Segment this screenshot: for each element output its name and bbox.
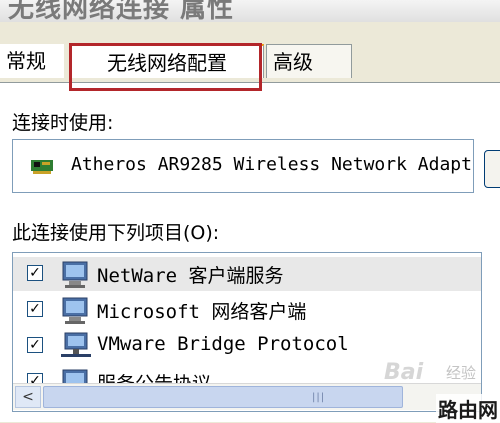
window-title: 无线网络连接 属性	[8, 0, 235, 22]
list-item[interactable]: ✓ VMware Bridge Protocol	[13, 329, 481, 363]
list-item[interactable]: ✓ Microsoft 网络客户端	[13, 293, 481, 327]
title-bar: 无线网络连接 属性	[0, 0, 500, 22]
network-client-icon	[62, 297, 88, 324]
site-logo: 路由网	[436, 394, 500, 423]
configure-button[interactable]	[484, 150, 500, 188]
protocol-icon	[61, 332, 91, 357]
scroll-left-arrow-icon[interactable]: <	[15, 386, 41, 408]
list-item[interactable]: ✓ NetWare 客户端服务	[13, 257, 481, 291]
item-label: VMware Bridge Protocol	[97, 333, 349, 355]
connect-using-label: 连接时使用:	[12, 112, 114, 134]
tab-advanced[interactable]: 高级	[266, 44, 352, 78]
items-label: 此连接使用下列项目(O):	[12, 222, 220, 244]
item-label: Microsoft 网络客户端	[97, 301, 307, 323]
tab-wireless-config[interactable]: 无线网络配置	[70, 44, 264, 78]
client-service-icon	[62, 261, 88, 288]
horizontal-scrollbar[interactable]: < |||	[13, 383, 481, 410]
item-label: NetWare 客户端服务	[97, 265, 284, 287]
watermark: Bai	[384, 360, 424, 385]
tab-general[interactable]: 常规	[0, 44, 64, 78]
network-card-icon	[31, 160, 53, 174]
watermark-sub: 经验	[446, 364, 477, 382]
scroll-grip-icon: |||	[312, 392, 326, 403]
adapter-box: Atheros AR9285 Wireless Network Adapter	[12, 139, 474, 193]
adapter-name: Atheros AR9285 Wireless Network Adapter	[71, 154, 474, 175]
checkbox-netware[interactable]: ✓	[27, 265, 43, 281]
checkbox-ms-client[interactable]: ✓	[27, 301, 43, 317]
scroll-thumb[interactable]: |||	[43, 386, 403, 408]
checkbox-vmware[interactable]: ✓	[27, 337, 43, 353]
